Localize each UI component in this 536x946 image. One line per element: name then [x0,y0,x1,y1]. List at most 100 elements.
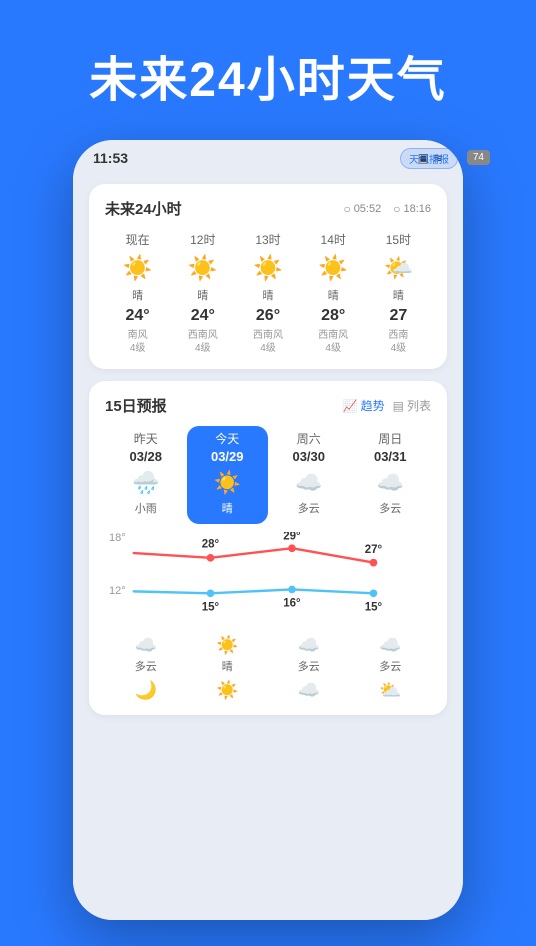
trend-toggle-btn[interactable]: 📈 趋势 [343,397,385,414]
bottom-desc-row: ☁️ 多云 ☀️ 晴 ☁️ 多云 ☁️ 多云 [105,635,431,674]
hourly-card-title: 未来24小时 [105,198,182,219]
svg-text:16°: 16° [283,598,301,610]
bottom-desc-text: 多云 [379,658,401,674]
day-name: 周六 [270,430,348,447]
list-toggle-btn[interactable]: ▤ 列表 [393,397,431,414]
hour-temp: 26° [235,307,300,325]
chart-container: 18° 12° 28° 29° [105,532,431,627]
phone-content: 未来24小时 ○ 05:52 ○ 18:16 现在 ☀️ 晴 24° 南风4级 … [73,176,463,920]
bottom-desc-cell: ☀️ 晴 [187,635,269,674]
night-icon-cell: ⛅ [350,680,432,701]
hour-temp: 24° [170,307,235,325]
sun-times: ○ 05:52 ○ 18:16 [343,202,431,216]
sunset-time: 18:16 [403,203,431,215]
bottom-desc-cell: ☁️ 多云 [268,635,350,674]
trend-icon: 📈 [343,399,358,413]
day-name: 今天 [189,430,267,447]
hour-label: 现在 [105,231,170,248]
hour-wind: 西南4级 [366,329,431,355]
hour-weather-icon: ☀️ [105,254,170,283]
bottom-desc-cell: ☁️ 多云 [350,635,432,674]
hour-weather-desc: 晴 [301,287,366,303]
label-18: 18° [109,532,126,544]
night-icon: ☁️ [298,680,320,700]
hour-col: 12时 ☀️ 晴 24° 西南风4级 [170,231,235,355]
bottom-weather-icon: ☁️ [379,635,401,656]
phone-frame: 11:53 ▣ ≋ 未来24小时 ○ 05:52 ○ 18:16 [73,140,463,920]
sunrise-item: ○ 05:52 [343,202,381,216]
bottom-desc-text: 多云 [298,658,320,674]
night-icon-cell: ☁️ [268,680,350,701]
day-desc: 多云 [270,500,348,516]
hour-weather-icon: ☀️ [301,254,366,283]
hour-weather-desc: 晴 [366,287,431,303]
day-weather-icon: ☁️ [352,470,430,496]
hour-col: 14时 ☀️ 晴 28° 西南风4级 [301,231,366,355]
sunset-icon: ○ [393,202,400,216]
hour-col: 现在 ☀️ 晴 24° 南风4级 [105,231,170,355]
night-icons-row: 🌙 ☀️ ☁️ ⛅ [105,680,431,701]
svg-text:27°: 27° [365,544,383,556]
sunset-item: ○ 18:16 [393,202,431,216]
day-weather-icon: 🌧️ [107,470,185,496]
main-title: 未来24小时天气 [0,40,536,110]
view-toggle: 📈 趋势 ▤ 列表 [343,397,431,414]
day-name: 昨天 [107,430,185,447]
hour-label: 13时 [235,231,300,248]
night-icon: 🌙 [135,680,157,700]
status-time: 11:53 [93,150,128,166]
day-desc: 晴 [189,500,267,516]
trend-label: 趋势 [361,397,385,414]
bottom-weather-icon: ☁️ [135,635,157,656]
hour-label: 15时 [366,231,431,248]
forecast-card: 15日预报 📈 趋势 ▤ 列表 昨天 03/28 🌧️ 小雨 今天 03/29 [89,381,447,715]
svg-text:28°: 28° [202,538,220,550]
hour-label: 14时 [301,231,366,248]
forecast-header: 15日预报 📈 趋势 ▤ 列表 [105,395,431,416]
day-date: 03/30 [270,449,348,464]
day-col[interactable]: 周日 03/31 ☁️ 多云 [350,426,432,524]
day-col[interactable]: 周六 03/30 ☁️ 多云 [268,426,350,524]
forecast-title: 15日预报 [105,395,167,416]
bottom-desc-cell: ☁️ 多云 [105,635,187,674]
bottom-weather-icon: ☁️ [298,635,320,656]
battery-badge: 74 [467,150,490,165]
day-weather-icon: ☁️ [270,470,348,496]
weather-badge: 天气播报 [400,148,458,169]
hour-wind: 南风4级 [105,329,170,355]
hour-weather-desc: 晴 [170,287,235,303]
label-12: 12° [109,585,126,597]
day-name: 周日 [352,430,430,447]
svg-text:29°: 29° [283,532,301,543]
bottom-desc-text: 多云 [135,658,157,674]
night-icon-cell: 🌙 [105,680,187,701]
hour-weather-icon: ☀️ [235,254,300,283]
hour-temp: 28° [301,307,366,325]
days-row: 昨天 03/28 🌧️ 小雨 今天 03/29 ☀️ 晴 周六 03/30 ☁️… [105,426,431,524]
hourly-forecast-card: 未来24小时 ○ 05:52 ○ 18:16 现在 ☀️ 晴 24° 南风4级 … [89,184,447,369]
hour-wind: 西南风4级 [235,329,300,355]
temp-chart: 28° 29° 27° 15° 16° 15° [105,532,431,622]
day-date: 03/28 [107,449,185,464]
hour-weather-desc: 晴 [105,287,170,303]
day-col[interactable]: 今天 03/29 ☀️ 晴 [187,426,269,524]
svg-text:15°: 15° [365,602,383,614]
day-desc: 小雨 [107,500,185,516]
hour-label: 12时 [170,231,235,248]
hour-col: 15时 🌤️ 晴 27 西南4级 [366,231,431,355]
sunrise-time: 05:52 [354,203,382,215]
night-icon: ⛅ [379,680,401,700]
day-weather-icon: ☀️ [189,470,267,496]
hourly-card-header: 未来24小时 ○ 05:52 ○ 18:16 [105,198,431,219]
list-icon: ▤ [393,399,404,413]
hour-weather-desc: 晴 [235,287,300,303]
day-date: 03/29 [189,449,267,464]
hour-col: 13时 ☀️ 晴 26° 西南风4级 [235,231,300,355]
sunrise-icon: ○ [343,202,350,216]
bottom-weather-icon: ☀️ [216,635,238,656]
hour-wind: 西南风4级 [301,329,366,355]
svg-text:15°: 15° [202,602,220,614]
night-icon: ☀️ [216,680,238,700]
day-col[interactable]: 昨天 03/28 🌧️ 小雨 [105,426,187,524]
hour-weather-icon: 🌤️ [366,254,431,283]
